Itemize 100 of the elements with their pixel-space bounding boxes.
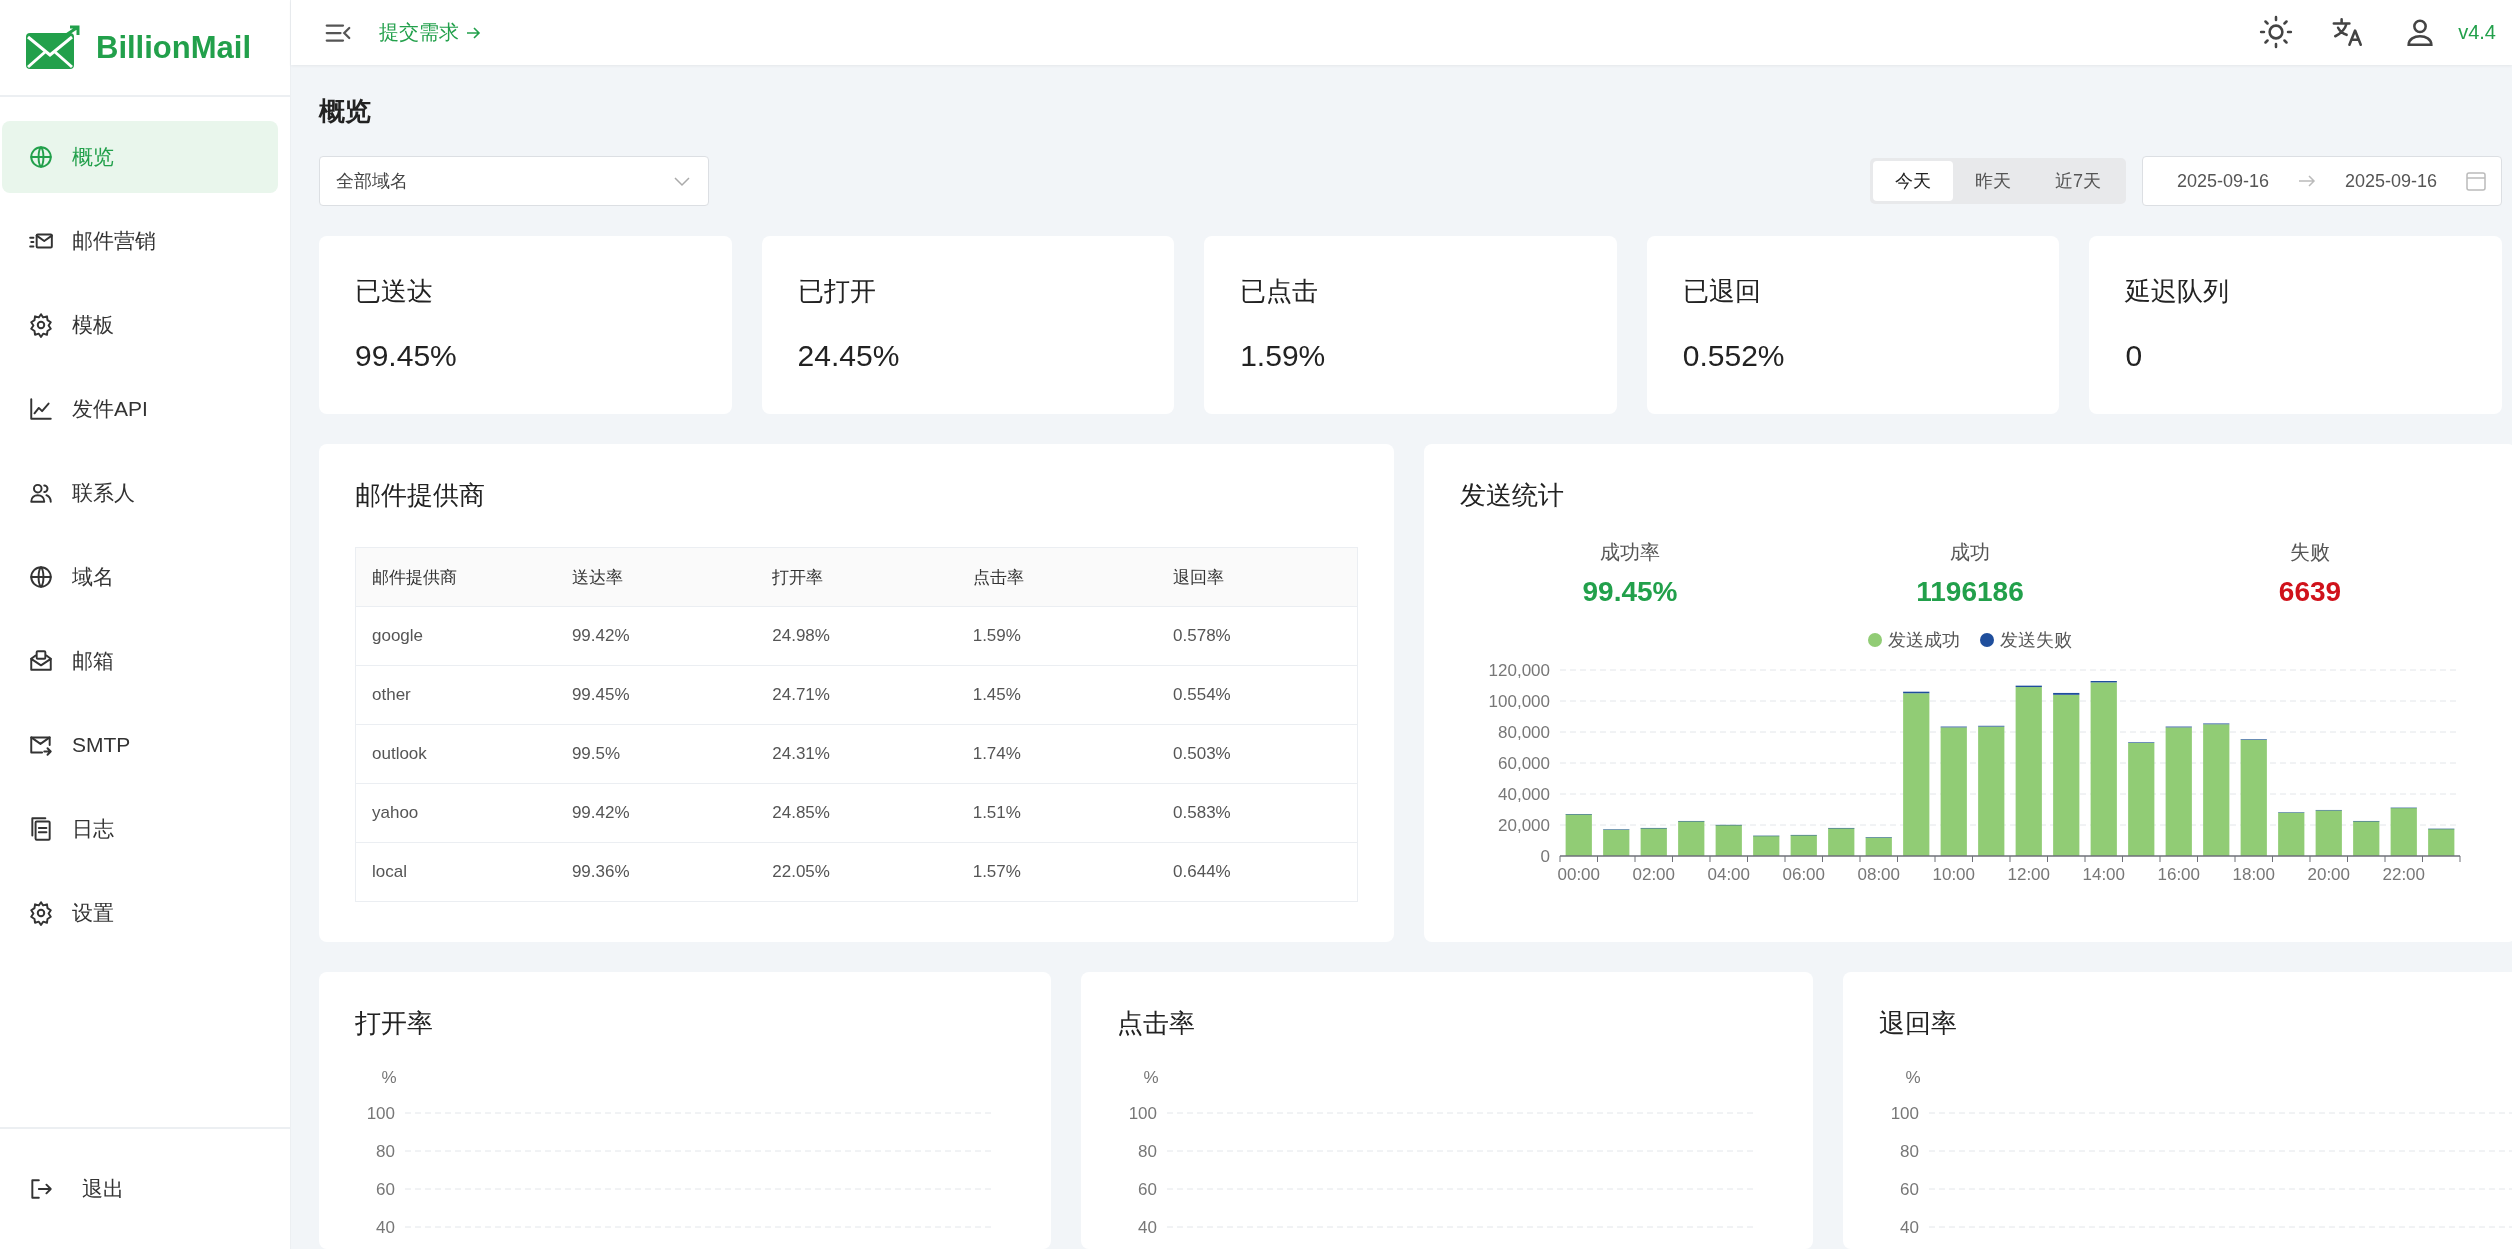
range-tab[interactable]: 昨天	[1953, 161, 2033, 201]
nav-item[interactable]: 域名	[2, 541, 278, 613]
table-cell: yahoo	[355, 783, 556, 843]
logo-text: BillionMail	[96, 29, 251, 66]
table-cell: 24.31%	[756, 724, 957, 784]
mailbox-icon	[28, 648, 54, 674]
calendar-icon	[2464, 170, 2487, 192]
table-cell: 1.74%	[956, 724, 1158, 784]
axis-label: 40	[376, 1218, 395, 1237]
column-header: 邮件提供商	[355, 547, 556, 607]
gear-icon	[28, 900, 54, 926]
domain-select[interactable]: 全部域名	[319, 156, 709, 206]
nav-item[interactable]: 模板	[2, 289, 278, 361]
table-cell: outlook	[355, 724, 556, 784]
axis-label: 100	[1890, 1104, 1919, 1123]
axis-label: 60	[1138, 1180, 1157, 1199]
table-cell: 24.85%	[756, 783, 957, 843]
axis-label: 60	[376, 1180, 395, 1199]
summary-value: 6639	[2278, 576, 2342, 608]
stat-value: 0.552%	[1682, 339, 1785, 373]
range-tab[interactable]: 近7天	[2033, 161, 2123, 201]
table-cell: 0.583%	[1157, 783, 1358, 843]
table-cell: 0.578%	[1157, 606, 1358, 666]
axis-label: 100,000	[1488, 692, 1550, 711]
card-title: 点击率	[1117, 1007, 1195, 1040]
axis-label: 08:00	[1857, 865, 1900, 884]
nav-item[interactable]: 邮箱	[2, 625, 278, 697]
stat-value: 24.45%	[797, 339, 900, 373]
table-cell: other	[355, 665, 556, 725]
axis-label: 100	[366, 1104, 395, 1123]
axis-label: 80	[376, 1142, 395, 1161]
stat-value: 1.59%	[1240, 339, 1326, 373]
nav-item[interactable]: 联系人	[2, 457, 278, 529]
axis-label: 18:00	[2232, 865, 2275, 884]
axis-label: 06:00	[1782, 865, 1825, 884]
table-cell: 0.644%	[1157, 842, 1358, 902]
envelope-logo-icon	[24, 24, 80, 71]
axis-label: 80	[1138, 1142, 1157, 1161]
axis-label: 04:00	[1707, 865, 1750, 884]
stat-label: 延迟队列	[2125, 275, 2230, 308]
sun-icon[interactable]	[2258, 14, 2295, 51]
table-cell: 99.45%	[555, 665, 757, 725]
nav-item[interactable]: 日志	[2, 793, 278, 865]
axis-label: 80,000	[1498, 723, 1550, 742]
summary-label: 成功	[1950, 540, 1990, 565]
column-header: 打开率	[756, 547, 957, 607]
card-title: 退回率	[1879, 1007, 1957, 1040]
axis-label: 40	[1900, 1218, 1919, 1237]
card-title: 邮件提供商	[355, 479, 485, 512]
table-cell: 1.59%	[956, 606, 1158, 666]
stat-label: 已退回	[1682, 275, 1761, 308]
table-cell: 24.71%	[756, 665, 957, 725]
table-cell: 99.5%	[555, 724, 757, 784]
table-cell: 1.57%	[956, 842, 1158, 902]
logout-icon	[28, 1176, 54, 1202]
page-title: 概览	[319, 95, 371, 127]
globe-icon	[28, 144, 54, 170]
axis-label: 60	[1900, 1180, 1919, 1199]
axis-label: 00:00	[1557, 865, 1600, 884]
nav-item[interactable]: 邮件营销	[2, 205, 278, 277]
column-header: 点击率	[956, 547, 1158, 607]
axis-label: 02:00	[1632, 865, 1675, 884]
axis-label: 20:00	[2307, 865, 2350, 884]
gear-icon	[28, 312, 54, 338]
card-title: 发送统计	[1460, 479, 1564, 512]
table-cell: 1.51%	[956, 783, 1158, 843]
axis-label: 40	[1138, 1218, 1157, 1237]
table-cell: 99.36%	[555, 842, 757, 902]
table-cell: 1.45%	[956, 665, 1158, 725]
table-cell: 99.42%	[555, 606, 757, 666]
stat-value: 0	[2125, 339, 2143, 373]
axis-unit: %	[1143, 1068, 1159, 1087]
axis-label: 60,000	[1498, 754, 1550, 773]
range-tab[interactable]: 今天	[1873, 161, 1953, 201]
axis-label: 22:00	[2382, 865, 2425, 884]
axis-label: 14:00	[2082, 865, 2125, 884]
axis-label: 80	[1900, 1142, 1919, 1161]
stat-label: 已打开	[797, 275, 876, 308]
legend-item[interactable]: 发送失败	[1980, 628, 2072, 652]
nav-item[interactable]: SMTP	[2, 709, 278, 781]
date-range-field[interactable]: 2025-09-16 2025-09-16	[2142, 156, 2502, 206]
legend-item[interactable]: 发送成功	[1868, 628, 1960, 652]
nav-item[interactable]: 发件API	[2, 373, 278, 445]
arrow-icon	[465, 24, 481, 41]
column-header: 送达率	[555, 547, 757, 607]
card-title: 打开率	[355, 1007, 433, 1040]
logout-button[interactable]: 退出	[0, 1174, 130, 1204]
axis-unit: %	[381, 1068, 397, 1087]
axis-label: 10:00	[1932, 865, 1975, 884]
axis-label: 120,000	[1488, 661, 1550, 680]
table-cell: 99.42%	[555, 783, 757, 843]
axis-unit: %	[1905, 1068, 1921, 1087]
submit-request-link[interactable]: 提交需求	[379, 19, 481, 46]
axis-label: 20,000	[1498, 816, 1550, 835]
axis-label: 12:00	[2007, 865, 2050, 884]
nav-item[interactable]: 设置	[2, 877, 278, 949]
summary-label: 成功率	[1600, 540, 1660, 565]
stat-label: 已送达	[355, 275, 433, 308]
table-cell: 22.05%	[756, 842, 957, 902]
axis-label: 16:00	[2157, 865, 2200, 884]
